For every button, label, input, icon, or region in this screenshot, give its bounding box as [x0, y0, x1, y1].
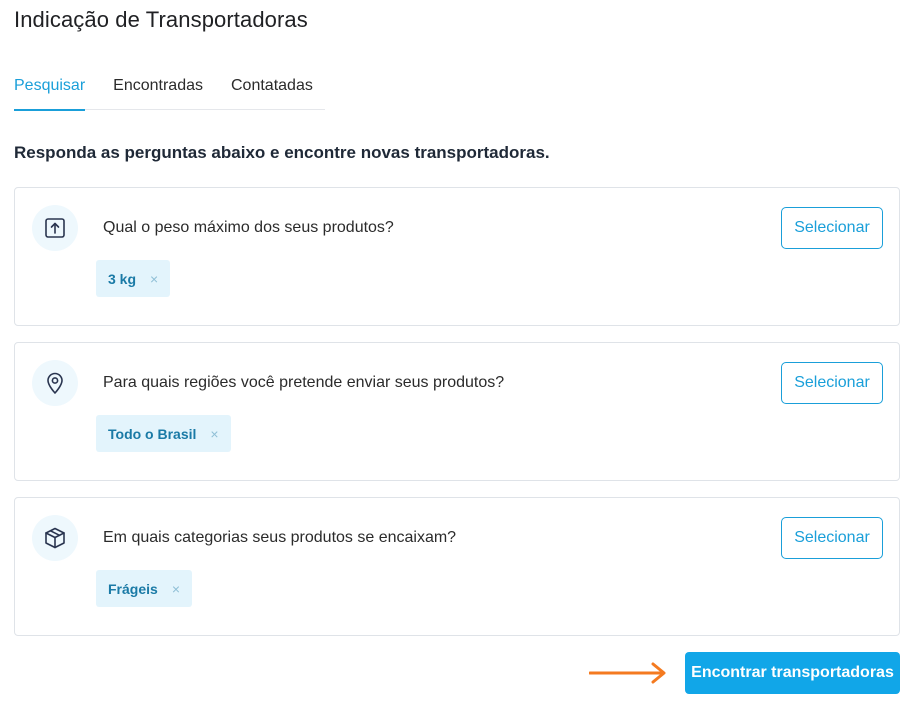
selected-chip: Todo o Brasil × — [96, 415, 231, 452]
intro-text: Responda as perguntas abaixo e encontre … — [14, 143, 550, 162]
arrow-right-icon — [589, 662, 666, 684]
chip-label: Todo o Brasil — [108, 425, 197, 442]
tab-bar: Pesquisar Encontradas Contatadas — [14, 72, 325, 111]
tab-contatadas[interactable]: Contatadas — [231, 72, 313, 110]
question-text: Em quais categorias seus produtos se enc… — [103, 529, 457, 546]
select-categories-button[interactable]: Selecionar — [781, 517, 883, 559]
icon-wrapper — [32, 205, 78, 251]
upload-box-icon — [45, 218, 65, 238]
select-weight-button[interactable]: Selecionar — [781, 207, 883, 249]
find-carriers-button[interactable]: Encontrar transportadoras — [685, 652, 900, 694]
tab-encontradas[interactable]: Encontradas — [113, 72, 203, 110]
question-text: Para quais regiões você pretende enviar … — [103, 374, 505, 391]
chip-remove-icon[interactable]: × — [210, 426, 218, 442]
question-card-regions: Para quais regiões você pretende enviar … — [14, 342, 900, 481]
question-card-categories: Em quais categorias seus produtos se enc… — [14, 497, 900, 636]
select-regions-button[interactable]: Selecionar — [781, 362, 883, 404]
tab-pesquisar[interactable]: Pesquisar — [14, 72, 86, 111]
page-title: Indicação de Transportadoras — [14, 7, 308, 32]
package-box-icon — [45, 527, 65, 549]
question-card-weight: Qual o peso máximo dos seus produtos? Se… — [14, 187, 900, 326]
icon-wrapper — [32, 360, 78, 406]
chip-label: Frágeis — [108, 580, 158, 597]
chip-remove-icon[interactable]: × — [172, 581, 180, 597]
chip-label: 3 kg — [108, 270, 137, 287]
selected-chip: 3 kg × — [96, 260, 171, 297]
location-pin-icon — [47, 372, 63, 394]
question-text: Qual o peso máximo dos seus produtos? — [103, 219, 394, 236]
selected-chip: Frágeis × — [96, 570, 192, 607]
icon-wrapper — [32, 515, 78, 561]
chip-remove-icon[interactable]: × — [150, 271, 158, 287]
